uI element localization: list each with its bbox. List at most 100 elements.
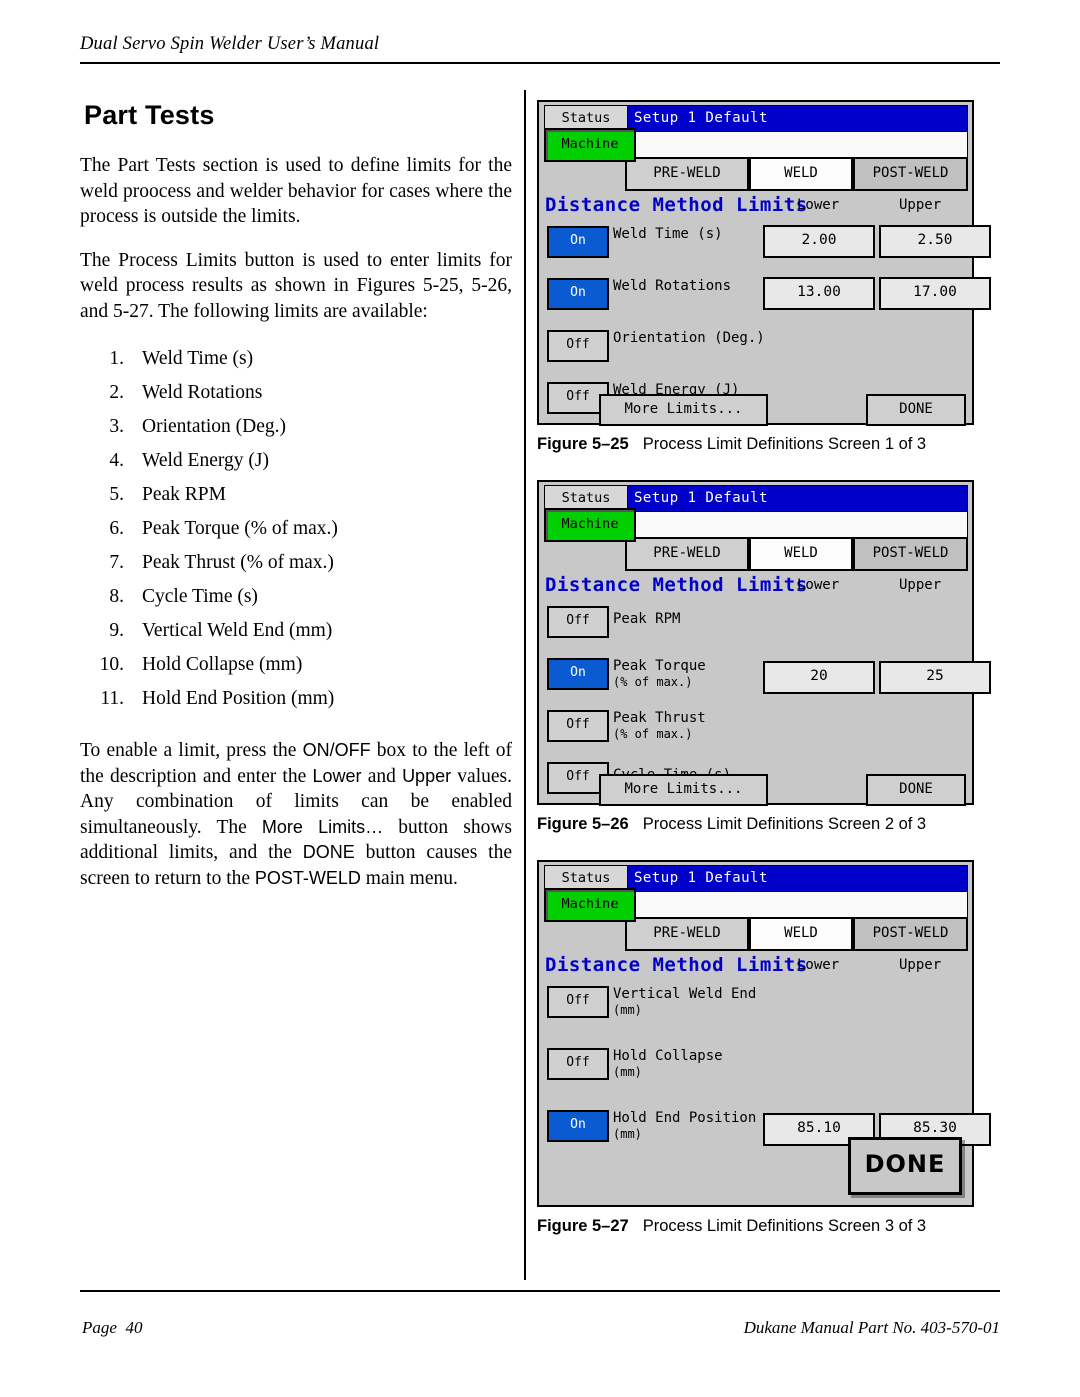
upper-value-input[interactable]: 25 [879, 661, 991, 694]
tab-post-weld[interactable]: POST-WELD [853, 917, 968, 951]
status-tab[interactable]: Status [544, 485, 628, 510]
list-item-label: Peak Thrust (% of max.) [142, 552, 334, 573]
done-button[interactable]: DONE [848, 1137, 962, 1195]
limit-label: Hold Collapse (mm) [613, 1048, 723, 1080]
p3-upper: Upper [402, 765, 452, 786]
limit-label-sub: (% of max.) [613, 727, 693, 741]
list-item: 5. Peak RPM [80, 478, 512, 512]
tab-weld[interactable]: WELD [749, 537, 853, 571]
done-button[interactable]: DONE [866, 774, 966, 806]
figure-number: Figure 5–27 [537, 1217, 629, 1235]
limit-row: On Weld Time (s) 2.00 2.50 [545, 225, 991, 260]
list-item-number: 11. [100, 688, 124, 709]
figure-caption-3: Figure 5–27 Process Limit Definitions Scr… [537, 1217, 997, 1236]
p3-more: More Limits… [261, 816, 384, 837]
list-item-label: Peak Torque (% of max.) [142, 518, 338, 539]
list-item-number: 2. [109, 382, 124, 403]
footer-part-number: Dukane Manual Part No. 403-570-01 [743, 1318, 1000, 1337]
toggle-weld-rotations[interactable]: On [547, 278, 609, 310]
nav-row: PRE-WELD WELD POST-WELD [625, 157, 968, 191]
list-item-number: 9. [109, 620, 124, 641]
figure-text: Process Limit Definitions Screen 3 of 3 [642, 1217, 927, 1235]
toggle-orientation[interactable]: Off [547, 330, 609, 362]
list-item: 9. Vertical Weld End (mm) [80, 614, 512, 648]
tab-weld[interactable]: WELD [749, 917, 853, 951]
status-tab[interactable]: Status [544, 865, 628, 890]
lower-value-input[interactable]: 20 [763, 661, 875, 694]
list-item: 3. Orientation (Deg.) [80, 410, 512, 444]
header-title: Dual Servo Spin Welder User’s Manual [80, 34, 380, 54]
manual-page: Dual Servo Spin Welder User’s Manual Par… [0, 0, 1080, 1397]
p3-c: and [361, 765, 403, 787]
done-button[interactable]: DONE [866, 394, 966, 426]
more-limits-button[interactable]: More Limits... [599, 774, 768, 806]
list-item: 7. Peak Thrust (% of max.) [80, 546, 512, 580]
tab-pre-weld[interactable]: PRE-WELD [625, 157, 749, 191]
toggle-weld-time[interactable]: On [547, 226, 609, 258]
toggle-hold-collapse[interactable]: Off [547, 1048, 609, 1080]
list-item-number: 4. [109, 450, 124, 471]
limits-list: 1. Weld Time (s) 2. Weld Rotations 3. Orien… [80, 342, 512, 716]
upper-value-input[interactable]: 17.00 [879, 277, 991, 310]
screen-titlebar: Setup 1 Default [625, 865, 968, 892]
limit-label-main: Peak Thrust [613, 710, 706, 726]
list-item-number: 7. [109, 552, 124, 573]
column-divider [524, 90, 526, 1280]
figure-text: Process Limit Definitions Screen 2 of 3 [642, 815, 927, 833]
machine-button[interactable]: Machine [544, 508, 636, 542]
p3-lower: Lower [312, 765, 362, 786]
machine-button[interactable]: Machine [544, 128, 636, 162]
upper-value-input[interactable]: 2.50 [879, 225, 991, 258]
limit-label-main: Vertical Weld End [613, 986, 757, 1002]
limit-row: Off Orientation (Deg.) [545, 330, 968, 364]
list-item-label: Vertical Weld End (mm) [142, 620, 333, 641]
screen-title: Setup 1 Default [634, 870, 768, 886]
list-item: 11. Hold End Position (mm) [80, 682, 512, 716]
toggle-peak-torque[interactable]: On [547, 658, 609, 690]
paragraph-3: To enable a limit, press the ON/OFF box … [80, 738, 512, 891]
list-item-label: Weld Time (s) [142, 348, 254, 369]
lower-value-input[interactable]: 13.00 [763, 277, 875, 310]
list-item-label: Weld Energy (J) [142, 450, 269, 471]
figure-caption-1: Figure 5–25 Process Limit Definitions Scr… [537, 435, 997, 454]
p3-done: DONE [302, 842, 355, 862]
limit-label-main: Hold Collapse [613, 1048, 723, 1064]
lower-column-header: Lower [797, 197, 840, 213]
toggle-peak-rpm[interactable]: Off [547, 606, 609, 638]
more-limits-button[interactable]: More Limits... [599, 394, 768, 426]
limit-label-main: Peak Torque [613, 658, 706, 674]
list-item: 8. Cycle Time (s) [80, 580, 512, 614]
machine-button[interactable]: Machine [544, 888, 636, 922]
status-tab[interactable]: Status [544, 105, 628, 130]
toggle-hold-end-position[interactable]: On [547, 1110, 609, 1142]
limit-label: Hold End Position (mm) [613, 1110, 756, 1142]
limit-label: Weld Time (s) [613, 226, 723, 242]
toggle-peak-thrust[interactable]: Off [547, 710, 609, 742]
nav-row: PRE-WELD WELD POST-WELD [625, 537, 968, 571]
toggle-vertical-weld-end[interactable]: Off [547, 986, 609, 1018]
list-item: 4. Weld Energy (J) [80, 444, 512, 478]
dml-title: Distance Method Limits [545, 194, 808, 216]
screen-title: Setup 1 Default [634, 490, 768, 506]
tab-post-weld[interactable]: POST-WELD [853, 537, 968, 571]
list-item-number: 5. [109, 484, 124, 505]
upper-column-header: Upper [899, 197, 942, 213]
footer-page: Page 40 [82, 1318, 142, 1338]
limit-label: Vertical Weld End (mm) [613, 986, 756, 1018]
figure-text: Process Limit Definitions Screen 1 of 3 [642, 435, 927, 453]
right-column: Status Setup 1 Default Machine PRE-WELD … [537, 100, 997, 1236]
list-item-label: Weld Rotations [142, 382, 263, 403]
tab-pre-weld[interactable]: PRE-WELD [625, 537, 749, 571]
lower-value-input[interactable]: 2.00 [763, 225, 875, 258]
figure-number: Figure 5–25 [537, 435, 629, 453]
tab-weld[interactable]: WELD [749, 157, 853, 191]
list-item: 10. Hold Collapse (mm) [80, 648, 512, 682]
paragraph-2: The Process Limits button is used to ent… [80, 249, 512, 322]
tab-pre-weld[interactable]: PRE-WELD [625, 917, 749, 951]
limit-row: On Weld Rotations 13.00 17.00 [545, 277, 991, 312]
limit-label: Orientation (Deg.) [613, 330, 765, 346]
tab-post-weld[interactable]: POST-WELD [853, 157, 968, 191]
list-item: 1. Weld Time (s) [80, 342, 512, 376]
paragraph-1: The Part Tests section is used to define… [80, 155, 512, 227]
page-header: Dual Servo Spin Welder User’s Manual [80, 34, 1000, 55]
